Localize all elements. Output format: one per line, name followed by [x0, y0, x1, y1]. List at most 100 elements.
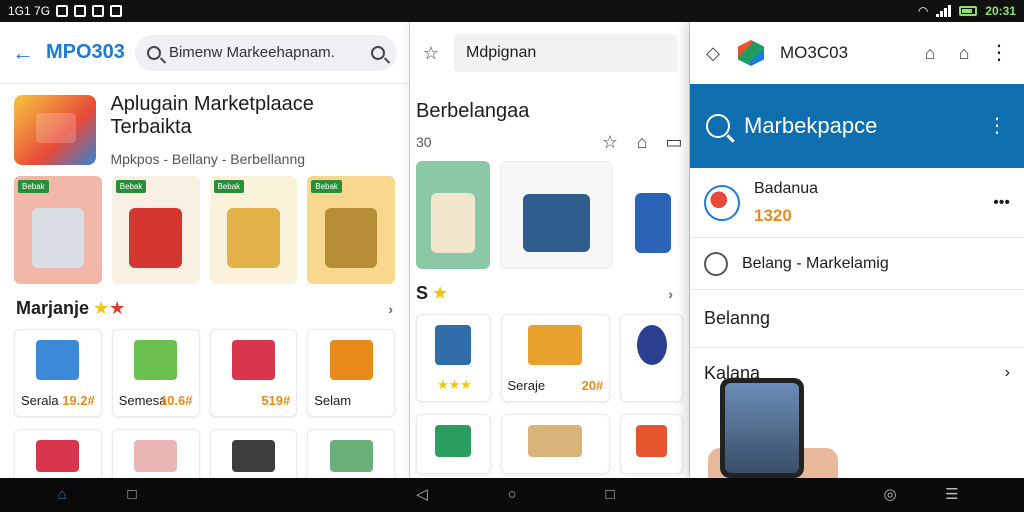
app-title: MO3C03: [780, 43, 849, 62]
more-icon[interactable]: ⋮: [989, 43, 1010, 63]
featured-tile[interactable]: [416, 161, 490, 269]
diamond-icon[interactable]: ◇: [704, 44, 722, 62]
more-icon[interactable]: •••: [993, 194, 1010, 212]
product-card[interactable]: ★★★: [416, 314, 491, 402]
product-image: [637, 325, 668, 365]
search-placeholder: Bimenw Markeehapnam.: [168, 44, 335, 61]
product-price: 19.2#: [62, 393, 95, 408]
star-icon[interactable]: ☆: [422, 44, 440, 62]
store-logo: [704, 184, 740, 221]
tile-badge: Bebak: [213, 180, 245, 193]
product-card[interactable]: 519#: [209, 329, 298, 417]
grocery-cart-image: [227, 208, 280, 268]
image-icon: [110, 5, 123, 17]
product-image: [36, 440, 80, 472]
featured-tiles: [410, 161, 689, 269]
search-input[interactable]: Bimenw Markeehapnam.: [134, 34, 397, 71]
page-title: Berbelangaa: [416, 100, 530, 122]
product-card[interactable]: [14, 429, 102, 478]
home-button-icon[interactable]: ○: [504, 487, 520, 503]
section-header[interactable]: Marjanje ★★ ›: [0, 284, 409, 325]
battery-icon: [959, 6, 978, 16]
back-arrow-icon[interactable]: ←: [12, 40, 36, 66]
star-icon[interactable]: ☆: [601, 133, 619, 151]
product-image: [528, 425, 583, 457]
home-icon[interactable]: ⌂: [955, 44, 973, 62]
more-icon[interactable]: ⋮: [987, 116, 1008, 136]
product-row: Serala 19.2# Semesa 10.6# 519# Selam: [0, 325, 409, 421]
tile-badge: Bebak: [18, 180, 49, 193]
list-item[interactable]: Belanng: [690, 290, 1024, 348]
title-meta: 30 ☆ ⌂ ▭: [410, 123, 689, 161]
app-logo-icon: [738, 40, 764, 66]
item-count: 30: [416, 134, 432, 150]
home-icon[interactable]: ⌂: [633, 133, 651, 151]
chevron-right-icon[interactable]: ›: [668, 286, 673, 302]
back-icon[interactable]: ◁: [414, 487, 430, 503]
product-card[interactable]: [620, 414, 683, 474]
product-card[interactable]: Seraje 20#: [500, 314, 611, 402]
search-icon[interactable]: [371, 45, 385, 60]
featured-tile[interactable]: Bebak: [14, 176, 102, 284]
featured-tile[interactable]: Bebak: [209, 176, 298, 284]
product-image: [329, 340, 373, 380]
section-title: Marjanje: [16, 298, 90, 318]
home-icon[interactable]: ⌂: [54, 487, 70, 503]
list-item[interactable]: Badanua 1320 •••: [690, 168, 1024, 238]
featured-tile[interactable]: [623, 161, 683, 269]
product-row: [410, 406, 689, 478]
shopping-cart-image: [31, 208, 85, 268]
search-input[interactable]: Mdpignan: [454, 34, 677, 72]
menu-icon[interactable]: ☰: [944, 487, 960, 503]
product-card[interactable]: Serala 19.2#: [14, 329, 102, 417]
list-item[interactable]: Belang - Markelamig: [690, 238, 1024, 290]
recent-apps-icon[interactable]: □: [602, 487, 618, 503]
rotate-icon[interactable]: ◎: [882, 487, 898, 503]
navigation-bar: ⌂ □ ◁ ○ □ ◎ ☰: [0, 478, 1024, 512]
product-image: [134, 440, 178, 472]
status-left-text: 1G1 7G: [8, 4, 51, 18]
hero-subtitle: Mpkpos - Bellany - Berbellanng: [110, 151, 306, 167]
product-card[interactable]: [500, 414, 611, 474]
top-bar: ← MPO303 Bimenw Markeehapnam.: [0, 22, 409, 84]
product-card[interactable]: [111, 429, 200, 478]
featured-tiles: Bebak Bebak Bebak Bebak: [0, 176, 409, 284]
smartphone-image: [720, 378, 804, 478]
app-title: MPO303: [46, 41, 125, 63]
product-name: Seraje: [507, 378, 546, 393]
image-icon: [56, 5, 69, 17]
product-card[interactable]: [620, 314, 683, 402]
featured-tile[interactable]: Bebak: [111, 176, 200, 284]
list-item-title: Badanua: [754, 179, 819, 197]
product-card[interactable]: Selam: [307, 329, 395, 417]
marketplace-logo: [14, 95, 97, 165]
product-card[interactable]: [307, 429, 395, 478]
product-name: Selam: [314, 393, 352, 408]
product-card[interactable]: [416, 414, 491, 474]
status-bar: 1G1 7G ◠ 20:31: [0, 0, 1024, 22]
featured-tile[interactable]: [499, 161, 614, 269]
product-card[interactable]: Semesa 10.6#: [111, 329, 200, 417]
hero-banner[interactable]: Aplugain Marketplaace Terbaikta Mpkpos -…: [0, 84, 409, 176]
product-row: ★★★ Seraje 20#: [410, 310, 689, 406]
product-image: [528, 325, 583, 365]
chart-icon[interactable]: ▭: [665, 133, 683, 151]
section-title: S: [416, 283, 429, 303]
recent-apps-icon[interactable]: □: [124, 487, 140, 503]
search-icon: [146, 45, 161, 60]
product-image: [329, 440, 373, 472]
product-name: Serala: [21, 393, 59, 408]
chevron-right-icon[interactable]: ›: [388, 301, 393, 317]
product-price: 10.6#: [159, 393, 193, 408]
product-card[interactable]: [209, 429, 298, 478]
section-header[interactable]: S ★ ›: [410, 269, 689, 310]
product-price: 519#: [261, 393, 291, 408]
search-icon[interactable]: [706, 114, 730, 138]
chevron-right-icon[interactable]: ›: [1005, 364, 1010, 382]
tile-badge: Bebak: [115, 180, 147, 193]
tile-badge: Bebak: [311, 180, 342, 193]
featured-tile[interactable]: Bebak: [307, 176, 395, 284]
signal-icon: [936, 5, 952, 17]
list-item-title: Belanng: [704, 308, 771, 328]
bell-icon[interactable]: ⌂: [921, 44, 939, 62]
